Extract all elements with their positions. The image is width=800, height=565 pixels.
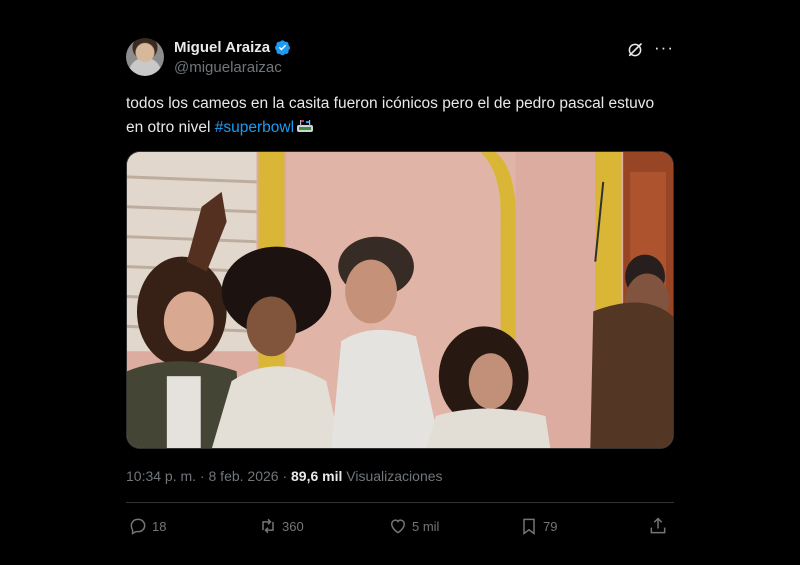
grok-icon[interactable] bbox=[626, 41, 644, 59]
tweet-video[interactable] bbox=[126, 151, 674, 449]
reply-button[interactable]: 18 bbox=[128, 516, 166, 536]
reply-count: 18 bbox=[152, 518, 167, 534]
verified-badge-icon bbox=[275, 40, 291, 56]
like-count: 5 mil bbox=[412, 518, 440, 534]
share-button[interactable] bbox=[648, 516, 672, 536]
tweet-header: Miguel Araiza @miguelaraizac ··· bbox=[126, 36, 674, 82]
hashtag-link[interactable]: #superbowl bbox=[215, 119, 294, 136]
meta-separator: · bbox=[196, 468, 209, 484]
tweet-date[interactable]: 8 feb. 2026 bbox=[209, 468, 279, 484]
action-bar: 18 360 5 mil 79 bbox=[126, 516, 674, 538]
tweet-meta: 10:34 p. m. · 8 feb. 2026 · 89,6 mil Vis… bbox=[126, 468, 443, 484]
tweet-card: Miguel Araiza @miguelaraizac ··· todos l… bbox=[126, 36, 674, 535]
repost-icon bbox=[262, 518, 274, 534]
repost-button[interactable]: 360 bbox=[258, 516, 304, 536]
tweet-text-body: todos los cameos en la casita fueron icó… bbox=[126, 95, 655, 136]
author-handle[interactable]: @miguelaraizac bbox=[174, 59, 282, 76]
divider bbox=[126, 502, 674, 503]
bookmark-icon bbox=[523, 518, 535, 535]
tweet-text: todos los cameos en la casita fueron icó… bbox=[126, 92, 674, 140]
avatar[interactable] bbox=[126, 38, 164, 76]
author-display-name[interactable]: Miguel Araiza bbox=[174, 39, 270, 56]
video-frame bbox=[127, 152, 673, 448]
bookmark-button[interactable]: 79 bbox=[519, 516, 557, 536]
stadium-emoji-icon bbox=[297, 120, 314, 132]
bookmark-count: 79 bbox=[543, 518, 558, 534]
more-options-icon[interactable]: ··· bbox=[654, 38, 674, 58]
like-button[interactable]: 5 mil bbox=[388, 516, 439, 536]
meta-separator: · bbox=[278, 468, 292, 484]
views-label: Visualizaciones bbox=[342, 468, 443, 484]
reply-icon bbox=[130, 518, 146, 535]
heart-icon bbox=[390, 519, 406, 534]
author-name-row: Miguel Araiza bbox=[174, 39, 291, 56]
repost-count: 360 bbox=[282, 518, 304, 534]
tweet-time[interactable]: 10:34 p. m. bbox=[126, 468, 196, 484]
share-icon bbox=[650, 517, 666, 534]
views-count: 89,6 mil bbox=[291, 468, 343, 484]
